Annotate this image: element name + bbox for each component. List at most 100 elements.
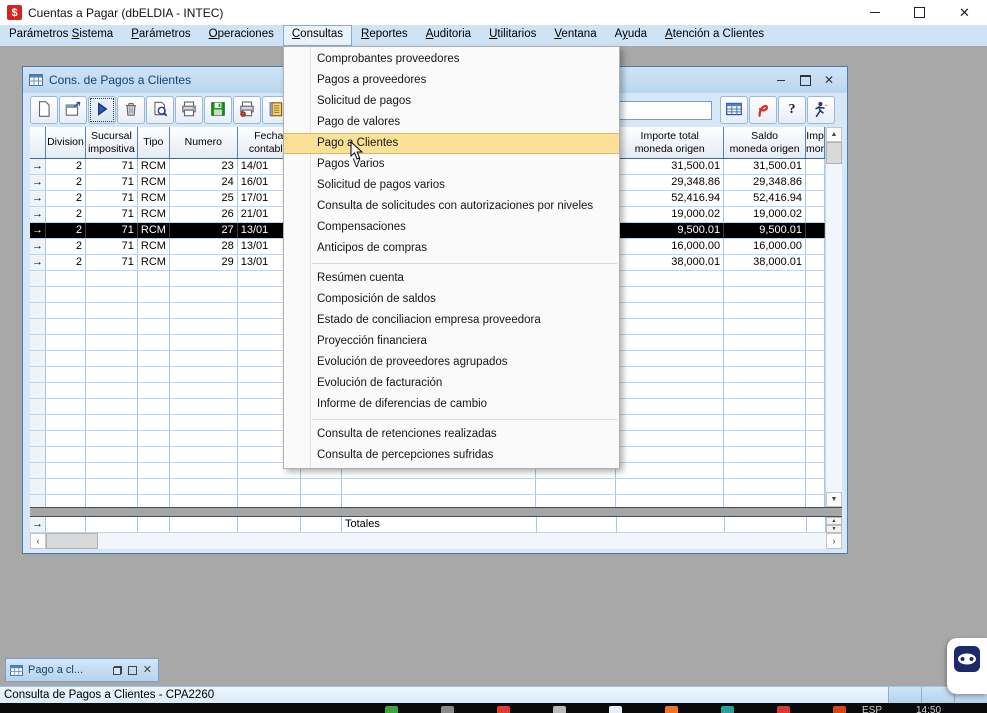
taskbar-clock[interactable]: 14:50 xyxy=(916,705,941,713)
taskbar-app-icon[interactable] xyxy=(665,706,678,713)
row-indicator xyxy=(30,479,46,494)
taskbar-app-icon[interactable] xyxy=(441,706,454,713)
cell-sucursal: 71 xyxy=(86,207,138,222)
minimize-button[interactable] xyxy=(852,0,897,25)
taskbar-app-icon[interactable] xyxy=(385,706,398,713)
menu-item-evoluci-n-de-facturaci-n[interactable]: Evolución de facturación xyxy=(284,373,619,394)
menu-par-metros-sistema[interactable]: Parámetros Sistema xyxy=(0,25,122,46)
menu-item-pago-de-valores[interactable]: Pago de valores xyxy=(284,112,619,133)
menu-item-informe-de-diferencias-de-cambio[interactable]: Informe de diferencias de cambio xyxy=(284,394,619,415)
vertical-scroll-thumb[interactable] xyxy=(826,142,842,164)
close-button[interactable]: ✕ xyxy=(942,0,987,25)
menu-item-composici-n-de-saldos[interactable]: Composición de saldos xyxy=(284,289,619,310)
menu-item-evoluci-n-de-proveedores-agrupados[interactable]: Evolución de proveedores agrupados xyxy=(284,352,619,373)
horizontal-scroll-track[interactable] xyxy=(98,533,826,549)
cell-numero xyxy=(170,271,238,286)
column-header-saldo[interactable]: Saldomoneda origen xyxy=(724,127,806,158)
column-header-indicator[interactable] xyxy=(30,127,46,158)
grid-view-button[interactable] xyxy=(720,96,748,124)
menu-item-solicitud-de-pagos-varios[interactable]: Solicitud de pagos varios xyxy=(284,175,619,196)
scroll-left-button[interactable]: ‹ xyxy=(30,533,46,549)
print-preview-button[interactable] xyxy=(146,96,174,124)
scroll-up-button[interactable]: ▲ xyxy=(826,127,842,142)
spin-up-icon[interactable]: ▲ xyxy=(826,517,842,525)
child-maximize-button[interactable] xyxy=(797,73,813,87)
scroll-right-button[interactable]: › xyxy=(826,533,842,549)
maximize-button[interactable] xyxy=(897,0,942,25)
menu-separator xyxy=(312,419,617,420)
minimized-window-pago-a-clientes[interactable]: Pago a cl... ✕ xyxy=(5,658,159,682)
menu-item-pago-a-clientes[interactable]: Pago a Clientes xyxy=(284,133,619,154)
taskbar-app-icon[interactable] xyxy=(721,706,734,713)
taskbar-app-icon[interactable] xyxy=(497,706,510,713)
cell-sucursal xyxy=(86,271,138,286)
statistics-button[interactable] xyxy=(749,96,777,124)
menu-item-comprobantes-proveedores[interactable]: Comprobantes proveedores xyxy=(284,49,619,70)
column-header-division[interactable]: Division xyxy=(46,127,86,158)
column-header-impmor[interactable]: Impmor xyxy=(806,127,825,158)
menu-ayuda[interactable]: Ayuda xyxy=(606,25,656,46)
column-header-tipo[interactable]: Tipo xyxy=(138,127,170,158)
taskbar-app-icon[interactable] xyxy=(777,706,790,713)
mini-maximize-button[interactable] xyxy=(128,666,137,675)
taskbar-app-icon[interactable] xyxy=(609,706,622,713)
vertical-scrollbar[interactable]: ▲ ▼ xyxy=(825,127,842,507)
totales-cell-fecha xyxy=(238,517,301,533)
horizontal-scroll-thumb[interactable] xyxy=(46,533,98,549)
new-document-button[interactable] xyxy=(30,96,58,124)
menu-item-pagos-a-proveedores[interactable]: Pagos a proveedores xyxy=(284,70,619,91)
restore-button[interactable] xyxy=(113,666,122,675)
menu-item-pagos-varios[interactable]: Pagos Varios xyxy=(284,154,619,175)
child-minimize-button[interactable] xyxy=(773,73,789,87)
menu-reportes[interactable]: Reportes xyxy=(352,25,417,46)
print-alt-icon xyxy=(238,100,256,121)
column-header-importe[interactable]: Importe totalmoneda origen xyxy=(616,127,724,158)
cell-division xyxy=(46,303,86,318)
child-close-button[interactable]: ✕ xyxy=(821,73,837,87)
menu-item-proyecci-n-financiera[interactable]: Proyección financiera xyxy=(284,331,619,352)
menu-utilitarios[interactable]: Utilitarios xyxy=(480,25,545,46)
horizontal-scrollbar[interactable]: ‹ › xyxy=(30,533,842,549)
menu-par-metros[interactable]: Parámetros xyxy=(122,25,199,46)
help-button[interactable]: ? xyxy=(778,96,806,124)
cell-impmor xyxy=(806,271,825,286)
menu-item-consulta-de-solicitudes-con-autorizaciones-por-niveles[interactable]: Consulta de solicitudes con autorizacion… xyxy=(284,196,619,217)
exit-button[interactable] xyxy=(807,96,835,124)
menu-operaciones[interactable]: Operaciones xyxy=(200,25,283,46)
menu-item-anticipos-de-compras[interactable]: Anticipos de compras xyxy=(284,238,619,259)
scroll-down-button[interactable]: ▼ xyxy=(826,492,842,507)
cell-saldo xyxy=(724,415,806,430)
mini-close-button[interactable]: ✕ xyxy=(143,665,152,675)
spin-down-icon[interactable]: ▼ xyxy=(826,525,842,533)
grid-row-empty[interactable] xyxy=(30,479,825,495)
grid-row-empty[interactable] xyxy=(30,495,825,507)
run-button[interactable] xyxy=(88,96,116,124)
menu-item-compensaciones[interactable]: Compensaciones xyxy=(284,217,619,238)
taskbar-app-icon[interactable] xyxy=(833,706,846,713)
save-button[interactable] xyxy=(204,96,232,124)
menu-atenci-n-a-clientes[interactable]: Atención a Clientes xyxy=(656,25,773,46)
print-alt-button[interactable] xyxy=(233,96,261,124)
menu-item-consulta-de-percepciones-sufridas[interactable]: Consulta de percepciones sufridas xyxy=(284,445,619,466)
column-header-sucursal[interactable]: Sucursalimpositiva xyxy=(86,127,138,158)
cell-tipo xyxy=(138,335,170,350)
menu-ventana[interactable]: Ventana xyxy=(545,25,605,46)
taskbar-language[interactable]: ESP xyxy=(862,705,882,713)
cell-importe xyxy=(616,271,724,286)
menu-auditoria[interactable]: Auditoria xyxy=(417,25,480,46)
teamviewer-flyout[interactable] xyxy=(947,638,987,694)
taskbar-app-icon[interactable] xyxy=(553,706,566,713)
modify-button[interactable] xyxy=(59,96,87,124)
vertical-scroll-track[interactable] xyxy=(826,164,842,492)
cell-tipo: RCM xyxy=(138,191,170,206)
menu-consultas[interactable]: Consultas xyxy=(283,25,352,46)
totales-spinner[interactable]: ▲ ▼ xyxy=(826,517,842,533)
main-titlebar: $ Cuentas a Pagar (dbELDIA - INTEC) ✕ xyxy=(0,0,987,26)
column-header-numero[interactable]: Numero xyxy=(170,127,238,158)
print-button[interactable] xyxy=(175,96,203,124)
menu-item-solicitud-de-pagos[interactable]: Solicitud de pagos xyxy=(284,91,619,112)
menu-item-res-men-cuenta[interactable]: Resúmen cuenta xyxy=(284,268,619,289)
menu-item-estado-de-conciliacion-empresa-proveedora[interactable]: Estado de conciliacion empresa proveedor… xyxy=(284,310,619,331)
menu-item-consulta-de-retenciones-realizadas[interactable]: Consulta de retenciones realizadas xyxy=(284,424,619,445)
delete-button[interactable] xyxy=(117,96,145,124)
